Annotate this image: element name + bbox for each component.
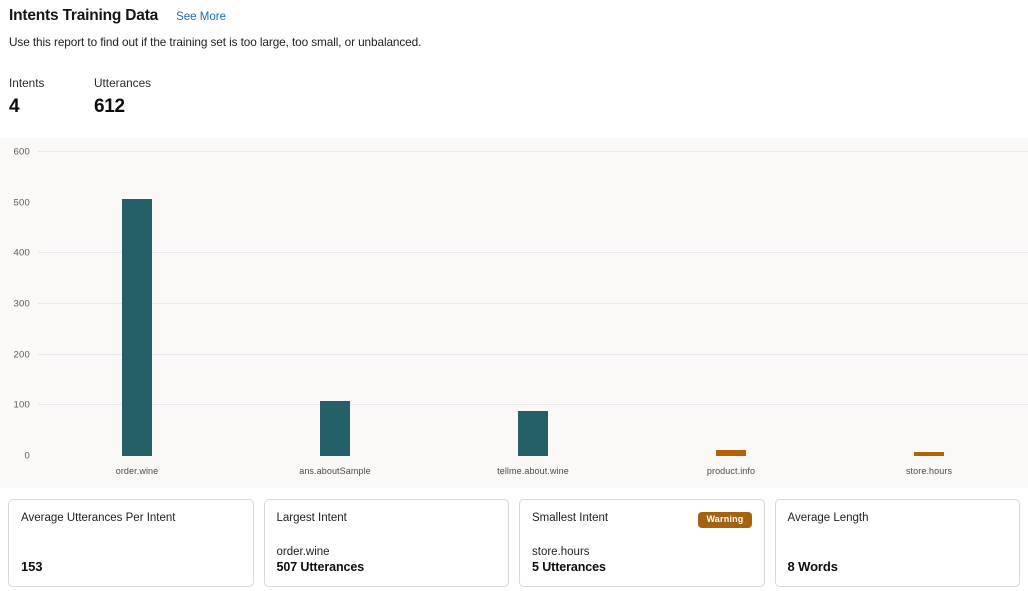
card-body: order.wine 507 Utterances xyxy=(277,546,497,574)
card-body: store.hours 5 Utterances xyxy=(532,546,752,574)
chart-bar[interactable] xyxy=(716,450,746,456)
see-more-link[interactable]: See More xyxy=(176,11,226,23)
chart-bar[interactable] xyxy=(914,452,944,456)
summary-card: Average Length 8 Words xyxy=(775,499,1021,587)
card-title: Average Utterances Per Intent xyxy=(21,512,176,524)
bar-group: ans.aboutSample xyxy=(236,138,434,488)
summary-card: Largest Intent order.wine 507 Utterances xyxy=(264,499,510,587)
chart-bar[interactable] xyxy=(122,199,152,456)
y-tick-label-200: 200 xyxy=(0,349,30,360)
card-title: Average Length xyxy=(788,512,869,524)
stat-utterances: Utterances 612 xyxy=(94,76,294,118)
card-value: 153 xyxy=(21,559,241,574)
card-title: Largest Intent xyxy=(277,512,347,524)
y-tick-label-400: 400 xyxy=(0,248,30,259)
card-header: Smallest Intent Warning xyxy=(532,512,752,528)
intents-training-data-report: Intents Training Data See More Use this … xyxy=(0,0,1028,591)
report-header: Intents Training Data See More Use this … xyxy=(0,0,1028,49)
bar-group: product.info xyxy=(632,138,830,488)
card-body: 8 Words xyxy=(788,559,1008,574)
chart-bar[interactable] xyxy=(320,401,350,456)
chart-bars: order.wineans.aboutSampletellme.about.wi… xyxy=(38,138,1028,488)
x-tick-label: tellme.about.wine xyxy=(434,466,632,476)
card-header: Largest Intent xyxy=(277,512,497,524)
stat-intents: Intents 4 xyxy=(9,76,94,118)
status-badge: Warning xyxy=(698,512,751,528)
y-tick-label-100: 100 xyxy=(0,400,30,411)
card-body: 153 xyxy=(21,559,241,574)
summary-cards: Average Utterances Per Intent 153 Largest … xyxy=(0,499,1028,587)
card-header: Average Length xyxy=(788,512,1008,524)
stat-intents-label: Intents xyxy=(9,76,94,90)
summary-card: Average Utterances Per Intent 153 xyxy=(8,499,254,587)
card-value: 5 Utterances xyxy=(532,560,752,574)
card-header: Average Utterances Per Intent xyxy=(21,512,241,524)
y-tick-label-600: 600 xyxy=(0,147,30,158)
stat-utterances-label: Utterances xyxy=(94,76,294,90)
y-tick-label-300: 300 xyxy=(0,299,30,310)
bar-group: order.wine xyxy=(38,138,236,488)
y-tick-label-0: 0 xyxy=(0,451,30,462)
title-row: Intents Training Data See More xyxy=(9,7,1028,25)
summary-card: Smallest Intent Warning store.hours 5 Utter… xyxy=(519,499,765,587)
stat-utterances-value: 612 xyxy=(94,96,294,118)
bar-group: tellme.about.wine xyxy=(434,138,632,488)
stat-intents-value: 4 xyxy=(9,96,94,118)
intents-bar-chart: 0 100 200 300 400 500 600 order.wineans.aboutS… xyxy=(0,138,1028,488)
x-tick-label: store.hours xyxy=(830,466,1028,476)
report-description: Use this report to find out if the train… xyxy=(9,35,1028,49)
y-tick-label-500: 500 xyxy=(0,197,30,208)
card-value: 507 Utterances xyxy=(277,560,497,574)
card-subtitle: order.wine xyxy=(277,546,497,558)
x-tick-label: order.wine xyxy=(38,466,236,476)
chart-plot-area: 0 100 200 300 400 500 600 order.wineans.aboutS… xyxy=(0,138,1028,488)
card-subtitle: store.hours xyxy=(532,546,752,558)
chart-bar[interactable] xyxy=(518,411,548,456)
card-title: Smallest Intent xyxy=(532,512,608,524)
card-value: 8 Words xyxy=(788,559,1008,574)
page-title: Intents Training Data xyxy=(9,7,158,25)
bar-group: store.hours xyxy=(830,138,1028,488)
summary-stats: Intents 4 Utterances 612 xyxy=(0,76,1028,118)
x-tick-label: product.info xyxy=(632,466,830,476)
x-tick-label: ans.aboutSample xyxy=(236,466,434,476)
